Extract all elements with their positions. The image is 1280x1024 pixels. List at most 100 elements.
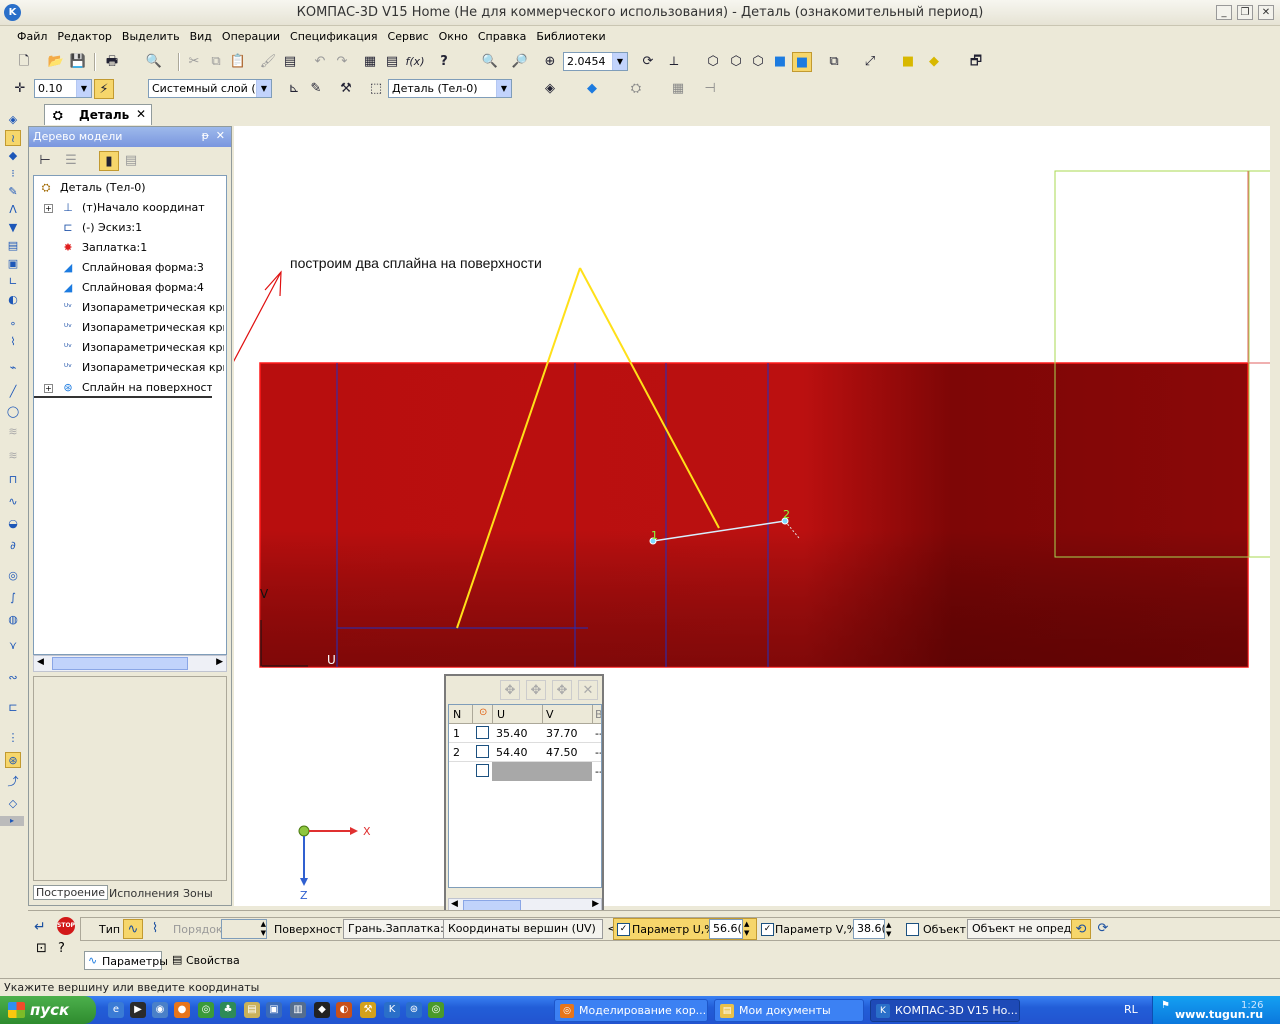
bridge-curve-icon[interactable]: ⋎ xyxy=(5,638,21,654)
sketch-tool-icon[interactable]: ✎ xyxy=(5,184,21,200)
kompas-quick-icon-2[interactable]: ⊛ xyxy=(406,1002,422,1018)
circle-icon[interactable]: ◯ xyxy=(5,404,21,420)
revolve-icon[interactable]: ◐ xyxy=(5,292,21,308)
menu-file[interactable]: Файл xyxy=(12,27,52,43)
measure-icon[interactable]: ⤢ xyxy=(860,52,880,72)
param-u-checkbox[interactable]: ✓ xyxy=(617,923,630,936)
format-brush-icon[interactable]: 🖌 xyxy=(258,52,278,72)
tree-filter-icon[interactable]: ▤ xyxy=(121,151,141,171)
trim-curve-icon[interactable]: ⊏ xyxy=(5,700,21,716)
param-v-field[interactable]: 38.6( xyxy=(853,919,885,939)
tree-close-icon[interactable]: ✕ xyxy=(216,129,225,142)
step-combo[interactable]: 0.10 ▼ xyxy=(34,79,92,98)
new-file-icon[interactable]: 🗋 xyxy=(14,52,34,72)
thin-lines-icon[interactable]: ⬡ xyxy=(748,52,768,72)
tree-node-isocurve-3[interactable]: ᵁᵛИзопараметрическая крива xyxy=(34,338,224,358)
task-chrome[interactable]: ◎ Моделирование кор... xyxy=(554,999,708,1022)
intersection-icon[interactable]: ◎ xyxy=(5,568,21,584)
param-u-field[interactable]: 56.6( xyxy=(709,919,743,939)
orientation-icon[interactable]: ⟂ xyxy=(664,52,684,72)
spline-icon[interactable]: ∿ xyxy=(5,494,21,510)
object-checkbox[interactable] xyxy=(906,923,919,936)
assembly-icon[interactable]: ◆ xyxy=(924,52,944,72)
create-object-icon[interactable]: ↵ xyxy=(34,919,46,935)
isoparametric-tool-icon[interactable]: ⋮ xyxy=(5,730,21,746)
function-icon[interactable]: f(x) xyxy=(405,52,425,72)
cut-icon[interactable]: ✂ xyxy=(184,52,204,72)
open-curve-mode-icon[interactable]: ⟲ xyxy=(1071,919,1091,939)
messenger-icon[interactable]: ◉ xyxy=(152,1002,168,1018)
local-cs-icon[interactable]: ⊾ xyxy=(284,79,304,99)
rotate-icon[interactable]: ⟳ xyxy=(638,52,658,72)
tree-node-part[interactable]: ⛭ Деталь (Тел-0) xyxy=(34,178,224,198)
part-box-icon[interactable]: ■ xyxy=(898,52,918,72)
frame-icon[interactable]: ▣ xyxy=(5,256,21,272)
axes-icon[interactable]: ∟ xyxy=(5,274,21,290)
save-icon[interactable]: 💾 xyxy=(68,52,88,72)
menu-help[interactable]: Справка xyxy=(473,27,531,43)
paste-icon[interactable]: 📋 xyxy=(228,52,248,72)
table-row[interactable]: 2 54.40 47.50 -- xyxy=(449,743,601,762)
tray-flag-icon[interactable]: ⚑ xyxy=(1161,1000,1170,1011)
start-button[interactable]: пуск xyxy=(0,996,96,1024)
snap-icon[interactable]: ⊡ xyxy=(36,941,47,956)
fit-curve-icon[interactable]: ◇ xyxy=(5,796,21,812)
tree-node-isocurve-2[interactable]: ᵁᵛИзопараметрическая крива xyxy=(34,318,224,338)
param-u-spin-icon[interactable]: ▲ ▼ xyxy=(744,920,749,938)
curves-icon[interactable]: ≀ xyxy=(5,130,21,146)
help-pointer-icon[interactable]: ? xyxy=(434,52,454,72)
object-field[interactable]: Объект не опред xyxy=(967,919,1077,939)
curve-points-icon[interactable]: ⌇ xyxy=(5,334,21,350)
undo-icon[interactable]: ↶ xyxy=(310,52,330,72)
body-icon[interactable]: ⬚ xyxy=(366,79,386,99)
shaded-edges-icon[interactable]: ■ xyxy=(792,52,812,72)
polyline-icon[interactable]: ⊓ xyxy=(5,472,21,488)
tree-node-isocurve-4[interactable]: ᵁᵛИзопараметрическая крива xyxy=(34,358,224,378)
table-row[interactable]: 1 35.40 37.70 -- xyxy=(449,724,601,743)
tab-properties[interactable]: ▤ Свойства xyxy=(170,951,250,970)
library-icon[interactable]: 🗗 xyxy=(966,52,986,72)
open-file-icon[interactable]: 📂 xyxy=(46,52,66,72)
chrome-icon[interactable]: ◎ xyxy=(198,1002,214,1018)
add-vertex-icon[interactable]: ✥ xyxy=(500,680,520,700)
view-icon[interactable]: ◈ xyxy=(5,112,21,128)
wireframe-icon[interactable]: ⬡ xyxy=(703,52,723,72)
help-icon[interactable]: ? xyxy=(58,941,65,956)
points-icon[interactable]: ⁝ xyxy=(5,166,21,182)
menu-operations[interactable]: Операции xyxy=(217,27,285,43)
segment-icon[interactable]: ╱ xyxy=(5,384,21,400)
surface-field[interactable]: Грань.Заплатка: xyxy=(343,919,449,939)
shaded-icon[interactable]: ■ xyxy=(770,52,790,72)
tab-construction[interactable]: Построение xyxy=(33,885,109,900)
offset-curve-icon[interactable]: ∾ xyxy=(5,670,21,686)
zoom-icon[interactable]: ⊕ xyxy=(540,52,560,72)
menu-select[interactable]: Выделить xyxy=(117,27,185,43)
filter-icon[interactable]: ⧉ xyxy=(824,52,844,72)
type-spline-icon[interactable]: ∿ xyxy=(123,919,143,939)
hide-icon[interactable]: ⛭ xyxy=(626,79,646,99)
menu-window[interactable]: Окно xyxy=(434,27,473,43)
menu-specification[interactable]: Спецификация xyxy=(285,27,382,43)
part-combo[interactable]: Деталь (Тел-0) ▼ xyxy=(388,79,512,98)
pin-icon[interactable]: ᵽ xyxy=(202,129,209,142)
tab-close-icon[interactable]: ✕ xyxy=(136,107,146,121)
tree-node-surface-spline[interactable]: +⊛Сплайн на поверхности:1 xyxy=(34,378,212,398)
tab-detail[interactable]: ⛭ Деталь ✕ xyxy=(44,104,152,125)
angle-icon[interactable]: Λ xyxy=(5,202,21,218)
material-icon[interactable]: ◈ xyxy=(540,79,560,99)
kompas-quick-icon[interactable]: K xyxy=(384,1002,400,1018)
param-v-checkbox[interactable]: ✓ xyxy=(761,923,774,936)
media-player-icon[interactable]: ▶ xyxy=(130,1002,146,1018)
chrome-quick-icon[interactable]: ◎ xyxy=(428,1002,444,1018)
properties-icon[interactable]: ▤ xyxy=(280,52,300,72)
vertex-checkbox[interactable] xyxy=(476,764,489,777)
zoom-combo[interactable]: 2.0454 ▼ xyxy=(563,52,628,71)
vertex-coords-button[interactable]: Координаты вершин (UV) << xyxy=(443,919,626,939)
zoom-window-icon[interactable]: 🔍 xyxy=(480,52,500,72)
vertex-checkbox[interactable] xyxy=(476,726,489,739)
tree-structure-icon[interactable]: ⊢ xyxy=(35,151,55,171)
task-my-documents[interactable]: ▤ Мои документы xyxy=(714,999,864,1022)
manager-icon[interactable]: ▦ xyxy=(360,52,380,72)
snap-point-icon[interactable]: ✛ xyxy=(10,79,30,99)
type-polyline-icon[interactable]: ⌇ xyxy=(145,919,165,939)
